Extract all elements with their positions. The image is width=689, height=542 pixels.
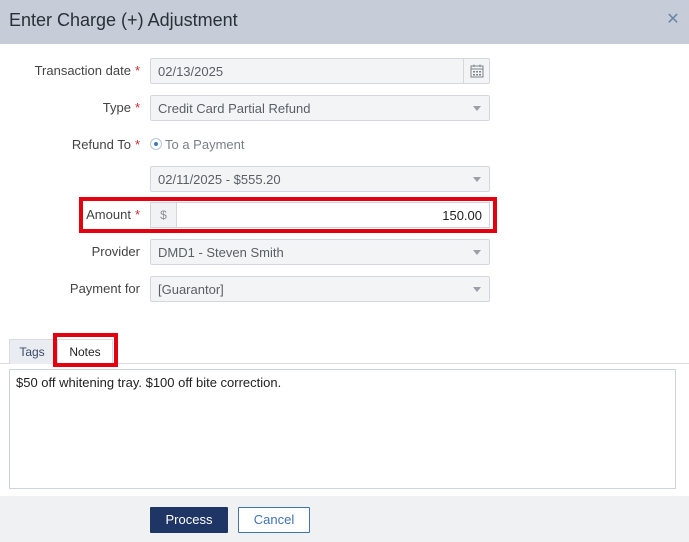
amount-highlight-box <box>79 197 497 233</box>
dialog-footer <box>0 496 689 542</box>
chevron-down-icon <box>473 177 481 182</box>
calendar-icon[interactable] <box>463 59 489 83</box>
tab-tags[interactable]: Tags <box>9 339 55 364</box>
type-select[interactable]: Credit Card Partial Refund <box>150 95 490 121</box>
to-a-payment-label: To a Payment <box>165 137 245 152</box>
chevron-down-icon <box>473 287 481 292</box>
payment-for-label: Payment for <box>69 281 140 296</box>
transaction-date-value: 02/13/2025 <box>158 64 224 79</box>
chevron-down-icon <box>473 106 481 111</box>
notes-highlight-box <box>53 333 118 367</box>
close-icon[interactable]: ✕ <box>665 12 681 28</box>
dialog-header: Enter Charge (+) Adjustment ✕ <box>0 0 689 44</box>
provider-select[interactable]: DMD1 - Steven Smith <box>150 239 490 265</box>
dialog-title: Enter Charge (+) Adjustment <box>9 10 238 30</box>
payment-for-value: [Guarantor] <box>158 282 224 297</box>
payment-select[interactable]: 02/11/2025 - $555.20 <box>150 166 490 192</box>
transaction-date-field[interactable]: 02/13/2025 <box>150 58 490 84</box>
required-marker: * <box>134 63 140 78</box>
refund-to-label: Refund To * <box>71 137 140 152</box>
provider-value: DMD1 - Steven Smith <box>158 245 284 260</box>
transaction-date-label: Transaction date * <box>34 63 140 78</box>
process-button[interactable]: Process <box>150 507 228 533</box>
type-label: Type * <box>102 100 140 115</box>
notes-textarea[interactable]: $50 off whitening tray. $100 off bite co… <box>9 369 676 489</box>
to-a-payment-radio[interactable] <box>150 138 162 150</box>
payment-for-select[interactable]: [Guarantor] <box>150 276 490 302</box>
provider-label: Provider <box>91 244 140 259</box>
type-value: Credit Card Partial Refund <box>158 101 311 116</box>
cancel-button[interactable]: Cancel <box>238 507 310 533</box>
chevron-down-icon <box>473 250 481 255</box>
required-marker: * <box>134 137 140 152</box>
payment-value: 02/11/2025 - $555.20 <box>158 172 281 187</box>
required-marker: * <box>134 100 140 115</box>
